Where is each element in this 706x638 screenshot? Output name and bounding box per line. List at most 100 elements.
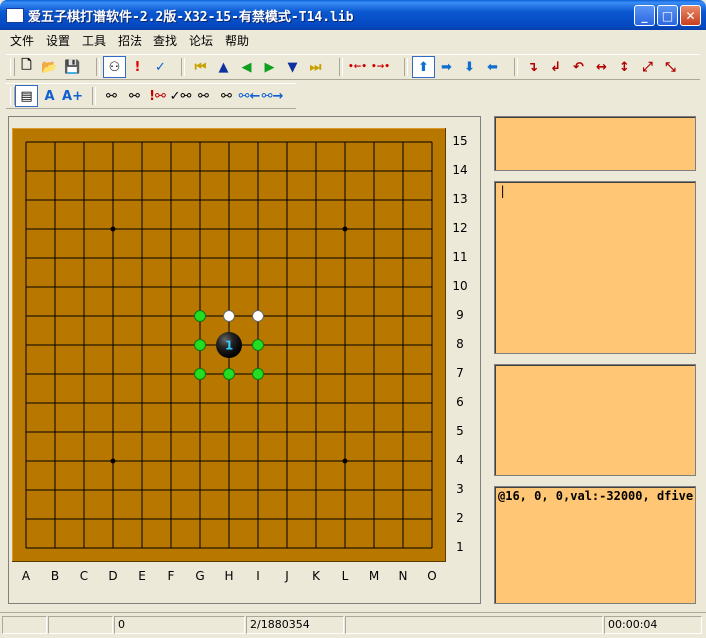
candidate-mark-green — [252, 368, 264, 380]
star-point — [110, 226, 116, 232]
column-label: N — [398, 569, 408, 583]
row-label: 13 — [452, 192, 468, 206]
column-label: D — [108, 569, 118, 583]
search-binoculars-icon[interactable]: ⚯ — [100, 85, 123, 107]
flip-vertical-icon[interactable]: ↕ — [613, 56, 636, 78]
column-label: H — [224, 569, 234, 583]
status-cell-1 — [2, 616, 47, 634]
toolbar-separator — [514, 58, 518, 76]
save-disk-icon[interactable]: 💾 — [61, 56, 84, 78]
column-label: G — [195, 569, 205, 583]
search-next-icon[interactable]: ⚯ — [192, 85, 215, 107]
flip-horizontal-icon[interactable]: ↔ — [590, 56, 613, 78]
row-label: 7 — [456, 366, 464, 380]
search-back-icon[interactable]: ⚯← — [238, 85, 261, 107]
shift-right-icon[interactable]: ➡ — [435, 56, 458, 78]
menu-file[interactable]: 文件 — [10, 32, 34, 49]
menu-moves[interactable]: 招法 — [118, 32, 142, 49]
shift-left-icon[interactable]: ⬅ — [481, 56, 504, 78]
status-cell-blank — [48, 616, 113, 634]
comment-textarea[interactable]: | — [494, 181, 696, 354]
column-label: L — [341, 569, 349, 583]
analysis-output-text: @16, 0, 0,val:-32000, dfive 0 — [498, 489, 696, 503]
new-file-icon[interactable]: 🗋 — [15, 56, 38, 78]
toolbar-separator — [96, 58, 100, 76]
row-label: 12 — [452, 221, 468, 235]
arrow-right-icon[interactable]: ▶ — [258, 56, 281, 78]
stones-icon[interactable]: ⚇ — [103, 56, 126, 78]
checkmark-icon[interactable]: ✓ — [149, 56, 172, 78]
first-move-icon[interactable]: ⏮ — [189, 56, 212, 78]
stone-move-number: 1 — [225, 339, 233, 353]
column-label: K — [312, 569, 320, 583]
dot-arrow-right-icon[interactable]: •→• — [369, 56, 392, 78]
candidate-mark-green — [252, 339, 264, 351]
candidate-mark-green — [194, 339, 206, 351]
shift-up-icon[interactable]: ⬆ — [412, 56, 435, 78]
search-exclaim-icon[interactable]: !⚯ — [146, 85, 169, 107]
row-label: 1 — [456, 540, 464, 554]
flip-diagonal-icon[interactable]: ⤢ — [636, 56, 659, 78]
board-grid[interactable]: 1 — [12, 128, 446, 562]
column-label: A — [21, 569, 31, 583]
shift-down-icon[interactable]: ⬇ — [458, 56, 481, 78]
info-panel-top — [494, 116, 696, 171]
analysis-output-panel: @16, 0, 0,val:-32000, dfive 0 — [494, 486, 696, 604]
arrow-down-icon[interactable]: ▼ — [281, 56, 304, 78]
arrow-up-icon[interactable]: ▲ — [212, 56, 235, 78]
search-check-icon[interactable]: ✓⚯ — [169, 85, 192, 107]
row-label: 3 — [456, 482, 464, 496]
menu-forum[interactable]: 论坛 — [189, 32, 213, 49]
search-forward-icon[interactable]: ⚯→ — [261, 85, 284, 107]
row-label: 2 — [456, 511, 464, 525]
status-game-index: 2/1880354 — [246, 616, 344, 634]
star-point — [342, 226, 348, 232]
exclamation-icon[interactable]: ! — [126, 56, 149, 78]
flip-antidiagonal-icon[interactable]: ⤡ — [659, 56, 682, 78]
row-label: 9 — [456, 308, 464, 322]
status-bar: 0 2/1880354 00:00:04 — [0, 612, 706, 638]
menu-bar: 文件 设置 工具 招法 查找 论坛 帮助 — [0, 30, 706, 50]
status-move-number: 0 — [114, 616, 245, 634]
search-binoculars-2-icon[interactable]: ⚯ — [123, 85, 146, 107]
text-medium-icon[interactable]: A — [38, 85, 61, 107]
column-label: J — [285, 569, 289, 583]
star-point — [110, 458, 116, 464]
close-button[interactable]: ✕ — [680, 5, 701, 26]
dot-arrow-left-icon[interactable]: •←• — [346, 56, 369, 78]
text-large-icon[interactable]: A+ — [61, 85, 84, 107]
gomoku-board[interactable]: 1 — [12, 128, 446, 562]
title-bar: 爱五子棋打谱软件-2.2版-X32-15-有禁模式-T14.lib _ □ ✕ — [0, 0, 706, 30]
open-folder-icon[interactable]: 📂 — [38, 56, 61, 78]
row-label: 5 — [456, 424, 464, 438]
text-small-icon[interactable]: ▤ — [15, 85, 38, 107]
window-title: 爱五子棋打谱软件-2.2版-X32-15-有禁模式-T14.lib — [28, 10, 354, 25]
rotate-ccw-icon[interactable]: ↲ — [544, 56, 567, 78]
menu-tools[interactable]: 工具 — [82, 32, 106, 49]
toolbar-separator — [181, 58, 185, 76]
menu-find[interactable]: 查找 — [153, 32, 177, 49]
menu-help[interactable]: 帮助 — [225, 32, 249, 49]
candidate-mark-green — [194, 368, 206, 380]
last-move-icon[interactable]: ⏭ — [304, 56, 327, 78]
rotate-180-icon[interactable]: ↶ — [567, 56, 590, 78]
column-label: F — [167, 569, 175, 583]
toolbar-separator — [339, 58, 343, 76]
row-label: 6 — [456, 395, 464, 409]
row-label: 10 — [452, 279, 468, 293]
star-point — [342, 458, 348, 464]
column-label: C — [79, 569, 89, 583]
maximize-button[interactable]: □ — [657, 5, 678, 26]
rotate-cw-icon[interactable]: ↴ — [521, 56, 544, 78]
comment-text: | — [499, 184, 507, 198]
row-label: 15 — [452, 134, 468, 148]
column-label: O — [427, 569, 437, 583]
search-all-icon[interactable]: ⚯ — [215, 85, 238, 107]
minimize-button[interactable]: _ — [634, 5, 655, 26]
menu-settings[interactable]: 设置 — [46, 32, 70, 49]
candidate-mark-green — [223, 368, 235, 380]
arrow-left-icon[interactable]: ◀ — [235, 56, 258, 78]
status-timer: 00:00:04 — [604, 616, 702, 634]
column-label: I — [256, 569, 260, 583]
toolbar-separator — [404, 58, 408, 76]
